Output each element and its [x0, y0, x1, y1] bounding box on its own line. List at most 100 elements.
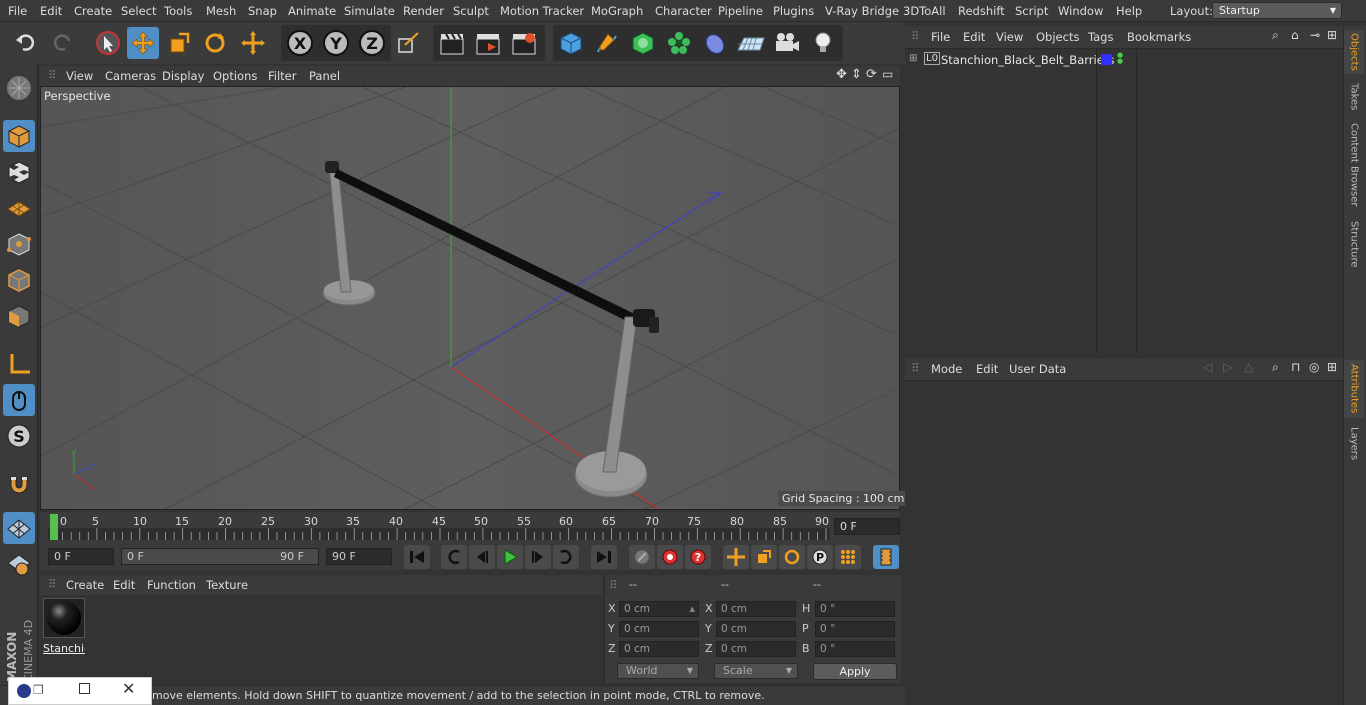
render-to-picture-viewer-button[interactable]	[472, 27, 504, 59]
menu-window[interactable]: Window	[1058, 4, 1103, 18]
rot-b-field[interactable]: 0 °	[815, 641, 895, 657]
menu-file[interactable]: File	[8, 4, 27, 18]
menu-motion-tracker[interactable]: Motion Tracker	[500, 4, 584, 18]
viewport-maximize-icon[interactable]: ▭	[882, 67, 893, 81]
coordinate-space-select[interactable]: World ▼	[617, 663, 699, 679]
object-menu-edit[interactable]: Edit	[963, 30, 985, 44]
play-button[interactable]	[497, 545, 523, 569]
min-time-field[interactable]: 0 F	[48, 548, 114, 565]
viewport-menu-panel[interactable]: Panel	[309, 69, 340, 83]
object-menu-objects[interactable]: Objects	[1036, 30, 1079, 44]
layer-color-swatch[interactable]	[1101, 54, 1112, 65]
enable-quantize-button[interactable]	[3, 512, 35, 544]
viewport-menu-filter[interactable]: Filter	[268, 69, 296, 83]
previous-key-button[interactable]	[441, 545, 467, 569]
search-icon[interactable]: ⌕	[1272, 360, 1279, 375]
menu-character[interactable]: Character	[655, 4, 712, 18]
material-name-label[interactable]: Stanchio	[43, 642, 85, 655]
pos-z-field[interactable]: 0 cm	[619, 641, 699, 657]
deformer-button[interactable]	[699, 27, 731, 59]
material-menu-edit[interactable]: Edit	[113, 578, 135, 592]
menu-simulate[interactable]: Simulate	[344, 4, 395, 18]
rot-p-field[interactable]: 0 °	[815, 621, 895, 637]
expand-plus-icon[interactable]: ⊞	[909, 53, 917, 64]
scale-tool-button[interactable]	[163, 27, 195, 59]
attributes-menu-mode[interactable]: Mode	[931, 362, 962, 376]
menu-create[interactable]: Create	[74, 4, 112, 18]
live-selection-button[interactable]	[92, 27, 124, 59]
x-axis-lock-button[interactable]: X	[284, 27, 316, 59]
next-key-button[interactable]	[553, 545, 579, 569]
menu-mograph[interactable]: MoGraph	[591, 4, 643, 18]
tab-layers[interactable]: Layers	[1344, 424, 1364, 464]
menu-snap[interactable]: Snap	[248, 4, 277, 18]
snap-button[interactable]	[3, 468, 35, 500]
floor-button[interactable]	[735, 27, 767, 59]
camera-button[interactable]	[771, 27, 803, 59]
object-name-label[interactable]: Stanchion_Black_Belt_Barriers	[941, 53, 1115, 67]
cube-button[interactable]	[555, 27, 587, 59]
viewport-menu-cameras[interactable]: Cameras	[105, 69, 156, 83]
redo-button[interactable]	[46, 27, 78, 59]
viewport-rotate-icon[interactable]: ⟳	[866, 67, 877, 82]
render-view-button[interactable]	[436, 27, 468, 59]
link-icon[interactable]: ⊸	[1310, 28, 1320, 42]
tab-content-browser[interactable]: Content Browser	[1344, 120, 1364, 210]
current-frame-field[interactable]: 0 F	[834, 518, 900, 535]
go-to-start-button[interactable]	[404, 545, 430, 569]
material-thumbnail[interactable]	[43, 598, 85, 638]
menu-redshift[interactable]: Redshift	[958, 4, 1005, 18]
scale-key-button[interactable]	[751, 545, 777, 569]
object-menu-tags[interactable]: Tags	[1088, 30, 1113, 44]
up-arrow-icon[interactable]: △	[1244, 360, 1253, 374]
menu-sculpt[interactable]: Sculpt	[453, 4, 489, 18]
target-icon[interactable]: ◎	[1309, 360, 1319, 374]
menu-3dtoall[interactable]: 3DToAll	[903, 4, 946, 18]
attributes-menu-user-data[interactable]: User Data	[1009, 362, 1066, 376]
menu-render[interactable]: Render	[403, 4, 444, 18]
viewport-move-icon[interactable]: ✥	[836, 67, 847, 82]
menu-script[interactable]: Script	[1015, 4, 1048, 18]
menu-plugins[interactable]: Plugins	[773, 4, 814, 18]
parameter-key-button[interactable]: P	[807, 545, 833, 569]
menu-pipeline[interactable]: Pipeline	[718, 4, 763, 18]
size-y-field[interactable]: 0 cm	[716, 621, 796, 637]
new-window-icon[interactable]: ⊞	[1327, 360, 1337, 374]
render-settings-button[interactable]	[508, 27, 540, 59]
menu-help[interactable]: Help	[1116, 4, 1142, 18]
go-to-end-button[interactable]	[591, 545, 617, 569]
position-key-button[interactable]	[723, 545, 749, 569]
timeline-window-button[interactable]	[873, 545, 899, 569]
attributes-menu-edit[interactable]: Edit	[976, 362, 998, 376]
point-level-key-button[interactable]	[835, 545, 861, 569]
autokeying-button[interactable]	[657, 545, 683, 569]
visibility-dots-icon[interactable]: ● ●	[1117, 52, 1123, 65]
size-x-field[interactable]: 0 cm	[716, 601, 796, 617]
rot-h-field[interactable]: 0 °	[815, 601, 895, 617]
rotation-key-button[interactable]	[779, 545, 805, 569]
object-row[interactable]: ⊞ L0 Stanchion_Black_Belt_Barriers ● ●	[905, 51, 1343, 70]
tab-attributes[interactable]: Attributes	[1344, 360, 1364, 418]
menu-vray-bridge[interactable]: V-Ray Bridge	[825, 4, 899, 18]
menu-tools[interactable]: Tools	[164, 4, 192, 18]
menu-select[interactable]: Select	[121, 4, 156, 18]
model-mode-button[interactable]	[3, 120, 35, 152]
layout-select[interactable]: Startup ▼	[1212, 2, 1342, 19]
close-icon[interactable]: ✕	[122, 679, 135, 698]
rotate-tool-button[interactable]	[199, 27, 231, 59]
y-axis-lock-button[interactable]: Y	[320, 27, 352, 59]
back-arrow-icon[interactable]: ◁	[1203, 360, 1212, 374]
object-menu-file[interactable]: File	[931, 30, 950, 44]
lock-icon[interactable]: ⊓	[1291, 360, 1300, 374]
viewport-zoom-icon[interactable]: ⇕	[851, 67, 862, 82]
points-mode-button[interactable]	[3, 228, 35, 260]
time-range-slider[interactable]: 0 F 90 F	[121, 548, 319, 565]
size-mode-select[interactable]: Scale ▼	[714, 663, 798, 679]
next-frame-button[interactable]	[525, 545, 551, 569]
tab-takes[interactable]: Takes	[1344, 80, 1364, 114]
coordinate-system-button[interactable]	[393, 27, 425, 59]
axis-mode-button[interactable]	[3, 348, 35, 380]
make-editable-button[interactable]	[3, 72, 35, 104]
transform-tool-button[interactable]	[237, 27, 269, 59]
perspective-viewport[interactable]: y z x	[40, 86, 900, 510]
